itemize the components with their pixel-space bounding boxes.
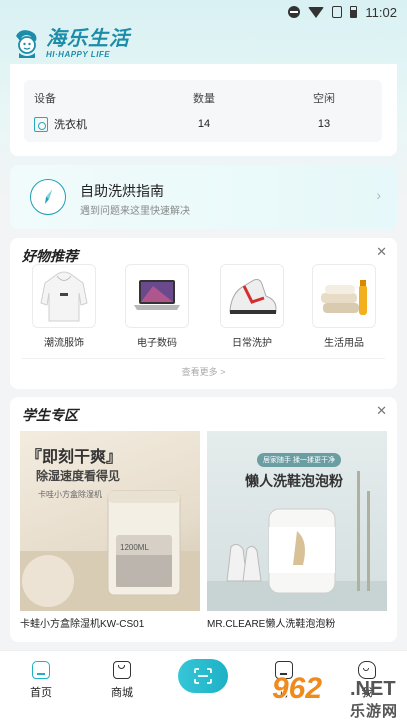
recommend-item-label: 电子数码 — [137, 338, 177, 349]
shoe-cleaner-product-image: 居家随手 揉一揉更干净 懒人洗鞋泡泡粉 — [207, 431, 387, 611]
banner-note: 卡哇小方盒除湿机 — [38, 490, 102, 499]
chevron-right-icon: › — [376, 187, 381, 203]
device-name-cell: 洗衣机 — [34, 116, 87, 132]
section-title: 学生专区 — [22, 407, 78, 423]
hoodie-image — [32, 264, 96, 328]
see-more-link[interactable]: 查看更多 > — [10, 365, 397, 378]
recommend-item-washcare[interactable]: 日常洗护 — [220, 264, 284, 349]
close-icon[interactable]: ✕ — [376, 403, 387, 419]
scan-button[interactable] — [178, 659, 228, 693]
device-name: 洗衣机 — [54, 119, 87, 131]
recommend-item-label: 生活用品 — [324, 338, 364, 349]
washer-icon — [34, 116, 48, 132]
section-title: 好物推荐 — [22, 248, 78, 264]
nav-shop[interactable]: 商城 — [92, 661, 152, 700]
shop-bag-icon — [113, 661, 131, 679]
device-table-header: 设备 数量 空闲 — [24, 86, 382, 110]
watermark-suffix: .NET — [350, 678, 396, 700]
logo-title: 海乐生活 — [46, 28, 130, 50]
no-sim-icon — [332, 6, 343, 18]
recommend-item-label: 潮流服饰 — [44, 338, 84, 349]
do-not-disturb-icon — [288, 6, 301, 18]
device-status-card: 设备 数量 空闲 洗衣机 14 13 — [10, 64, 397, 156]
home-icon — [32, 661, 50, 679]
banner-title: 『即刻干爽』 — [26, 449, 123, 466]
table-row[interactable]: 洗衣机 14 13 — [24, 112, 382, 136]
banner-tag: 居家随手 揉一揉更干净 — [257, 453, 341, 467]
banner-subtitle: 除湿速度看得见 — [36, 469, 121, 483]
compass-icon — [30, 179, 66, 215]
divider — [22, 358, 385, 359]
status-time: 11:02 — [365, 4, 397, 20]
nav-home[interactable]: 首页 — [11, 661, 71, 700]
towel-image — [312, 264, 376, 328]
scan-icon — [194, 668, 212, 684]
device-count: 14 — [197, 118, 211, 130]
product-name: 卡蛙小方盒除湿机KW-CS01 — [20, 619, 145, 630]
recommend-item-label: 日常洗护 — [232, 338, 272, 349]
logo-text: 海乐生活 HI·HAPPY LIFE — [46, 29, 130, 59]
device-idle: 13 — [317, 118, 331, 130]
product-name: MR.CLEARE懒人洗鞋泡泡粉 — [207, 619, 336, 630]
app-header: 海乐生活 HI·HAPPY LIFE — [12, 26, 130, 62]
student-zone-section: 学生专区 ✕ 『即刻干爽』 除湿速度看得见 卡哇小方盒除湿机 1200ML 卡蛙… — [10, 397, 397, 642]
product-card-shoe-cleaner[interactable]: 居家随手 揉一揉更干净 懒人洗鞋泡泡粉 MR.CLEARE懒人洗鞋泡泡粉 — [207, 431, 387, 630]
column-device: 设备 — [34, 93, 56, 105]
logo-mascot-icon — [12, 28, 42, 60]
banner-title: 懒人洗鞋泡泡粉 — [245, 473, 343, 489]
nav-shop-label: 商城 — [111, 687, 133, 699]
laptop-image — [125, 264, 189, 328]
sneaker-image — [220, 264, 284, 328]
watermark-number: 962 — [272, 672, 323, 705]
column-count: 数量 — [193, 93, 215, 105]
watermark-logo: 962 .NET 乐游网 — [272, 672, 404, 722]
self-service-guide-card[interactable]: 自助洗烘指南 遇到问题来这里快速解决 › — [10, 165, 397, 229]
recommend-item-digital[interactable]: 电子数码 — [125, 264, 189, 349]
guide-title: 自助洗烘指南 — [80, 183, 164, 199]
device-table: 设备 数量 空闲 洗衣机 14 13 — [24, 80, 382, 142]
recommend-item-clothing[interactable]: 潮流服饰 — [32, 264, 96, 349]
recommend-item-living[interactable]: 生活用品 — [312, 264, 376, 349]
battery-icon — [350, 6, 358, 18]
watermark-text: 乐游网 — [350, 703, 399, 720]
close-icon[interactable]: ✕ — [376, 244, 387, 260]
capacity-label: 1200ML — [120, 543, 149, 552]
wifi-icon — [308, 6, 325, 18]
recommend-section: 好物推荐 ✕ 潮流服饰 电子数码 日常洗护 生活用品 查看更多 > — [10, 238, 397, 389]
nav-home-label: 首页 — [30, 687, 52, 699]
column-idle: 空闲 — [313, 93, 335, 105]
guide-subtitle: 遇到问题来这里快速解决 — [80, 206, 190, 217]
status-bar: 11:02 — [0, 0, 407, 24]
product-card-dehumidifier[interactable]: 『即刻干爽』 除湿速度看得见 卡哇小方盒除湿机 1200ML 卡蛙小方盒除湿机K… — [20, 431, 200, 630]
logo-subtitle: HI·HAPPY LIFE — [46, 50, 111, 59]
dehumidifier-product-image: 『即刻干爽』 除湿速度看得见 卡哇小方盒除湿机 1200ML — [20, 431, 200, 611]
